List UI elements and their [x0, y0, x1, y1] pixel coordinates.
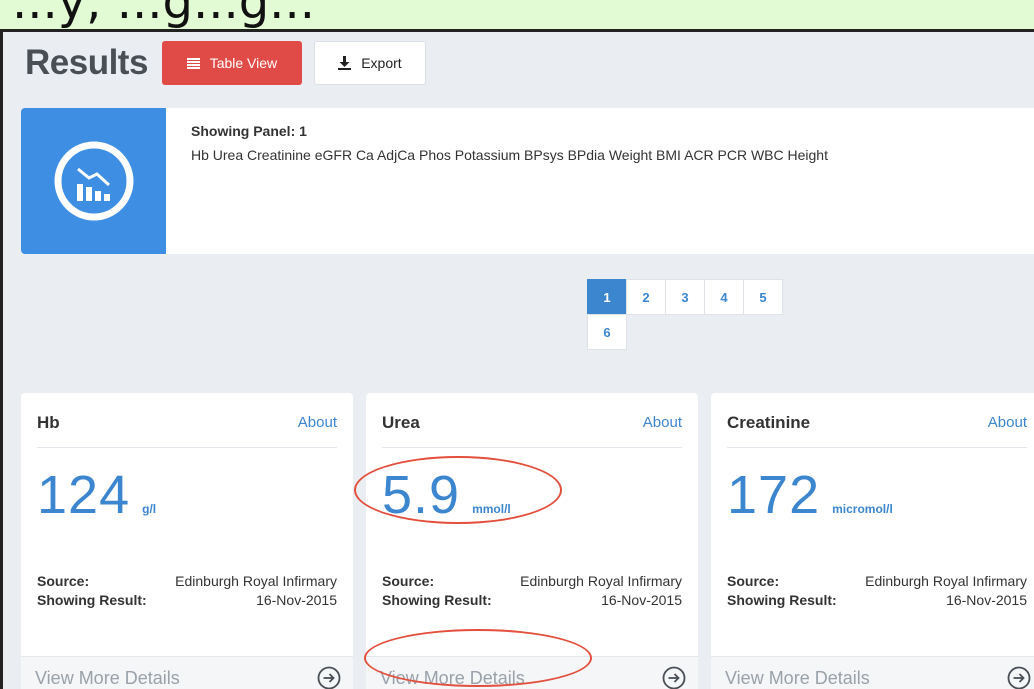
app-window: Results Table View Export Showing Panel:… — [0, 29, 1034, 689]
result-value: 124 — [37, 465, 131, 525]
result-unit: micromol/l — [832, 502, 893, 516]
export-button[interactable]: Export — [313, 41, 426, 85]
result-card-creatinine: Creatinine About 172 micromol/l Source: … — [711, 393, 1034, 689]
card-header: Urea About — [382, 413, 682, 448]
result-date-value: 16-Nov-2015 — [946, 592, 1027, 608]
result-value-row: 124 g/l — [37, 465, 156, 525]
page-2-button[interactable]: 2 — [626, 279, 666, 315]
source-value: Edinburgh Royal Infirmary — [865, 573, 1027, 589]
about-link[interactable]: About — [988, 414, 1027, 431]
annotation-ellipse-value — [354, 456, 562, 524]
list-icon — [186, 57, 200, 69]
about-link[interactable]: About — [298, 414, 337, 431]
panel-test-list: Hb Urea Creatinine eGFR Ca AdjCa Phos Po… — [191, 147, 828, 163]
result-date-label: Showing Result: — [382, 592, 492, 608]
result-value-row: 172 micromol/l — [727, 465, 893, 525]
card-header: Creatinine About — [727, 413, 1027, 448]
arrow-right-circle-icon[interactable] — [662, 666, 686, 689]
arrow-right-circle-icon[interactable] — [1007, 666, 1031, 689]
panel-info: Showing Panel: 1 Hb Urea Creatinine eGFR… — [21, 108, 1034, 254]
view-more-details-label: View More Details — [725, 668, 870, 688]
result-date-value: 16-Nov-2015 — [256, 592, 337, 608]
page-4-button[interactable]: 4 — [704, 279, 744, 315]
source-label: Source: — [382, 573, 435, 589]
table-view-label: Table View — [209, 55, 278, 71]
source-label: Source: — [37, 573, 90, 589]
slide-caption: ...y, ...g...g... — [12, 0, 315, 30]
result-date-label: Showing Result: — [727, 592, 837, 608]
results-header: Results Table View Export — [25, 35, 438, 91]
result-date-label: Showing Result: — [37, 592, 147, 608]
result-unit: g/l — [142, 502, 157, 516]
card-header: Hb About — [37, 413, 337, 448]
source-label: Source: — [727, 573, 780, 589]
page-1-button[interactable]: 1 — [587, 279, 627, 315]
about-link[interactable]: About — [643, 414, 682, 431]
view-more-details-link[interactable]: View More Details — [21, 656, 353, 689]
page-3-button[interactable]: 3 — [665, 279, 705, 315]
page-5-button[interactable]: 5 — [743, 279, 783, 315]
page-title: Results — [25, 43, 148, 82]
card-title: Hb — [37, 413, 60, 432]
panel-icon-box — [21, 108, 166, 254]
result-date-value: 16-Nov-2015 — [601, 592, 682, 608]
panel-heading: Showing Panel: 1 — [191, 123, 307, 139]
view-more-details-label: View More Details — [35, 668, 180, 688]
download-icon — [338, 56, 352, 70]
chart-trend-icon — [54, 141, 133, 221]
result-card-hb: Hb About 124 g/l Source: Edinburgh Royal… — [21, 393, 353, 689]
source-value: Edinburgh Royal Infirmary — [175, 573, 337, 589]
page-6-button[interactable]: 6 — [587, 314, 627, 350]
arrow-right-circle-icon[interactable] — [317, 666, 341, 689]
export-label: Export — [361, 55, 402, 71]
annotation-ellipse-details — [364, 629, 592, 687]
table-view-button[interactable]: Table View — [161, 41, 302, 85]
result-value: 172 — [727, 465, 821, 525]
card-title: Urea — [382, 413, 420, 432]
view-more-details-link[interactable]: View More Details — [711, 656, 1034, 689]
source-value: Edinburgh Royal Infirmary — [520, 573, 682, 589]
card-title: Creatinine — [727, 413, 811, 432]
